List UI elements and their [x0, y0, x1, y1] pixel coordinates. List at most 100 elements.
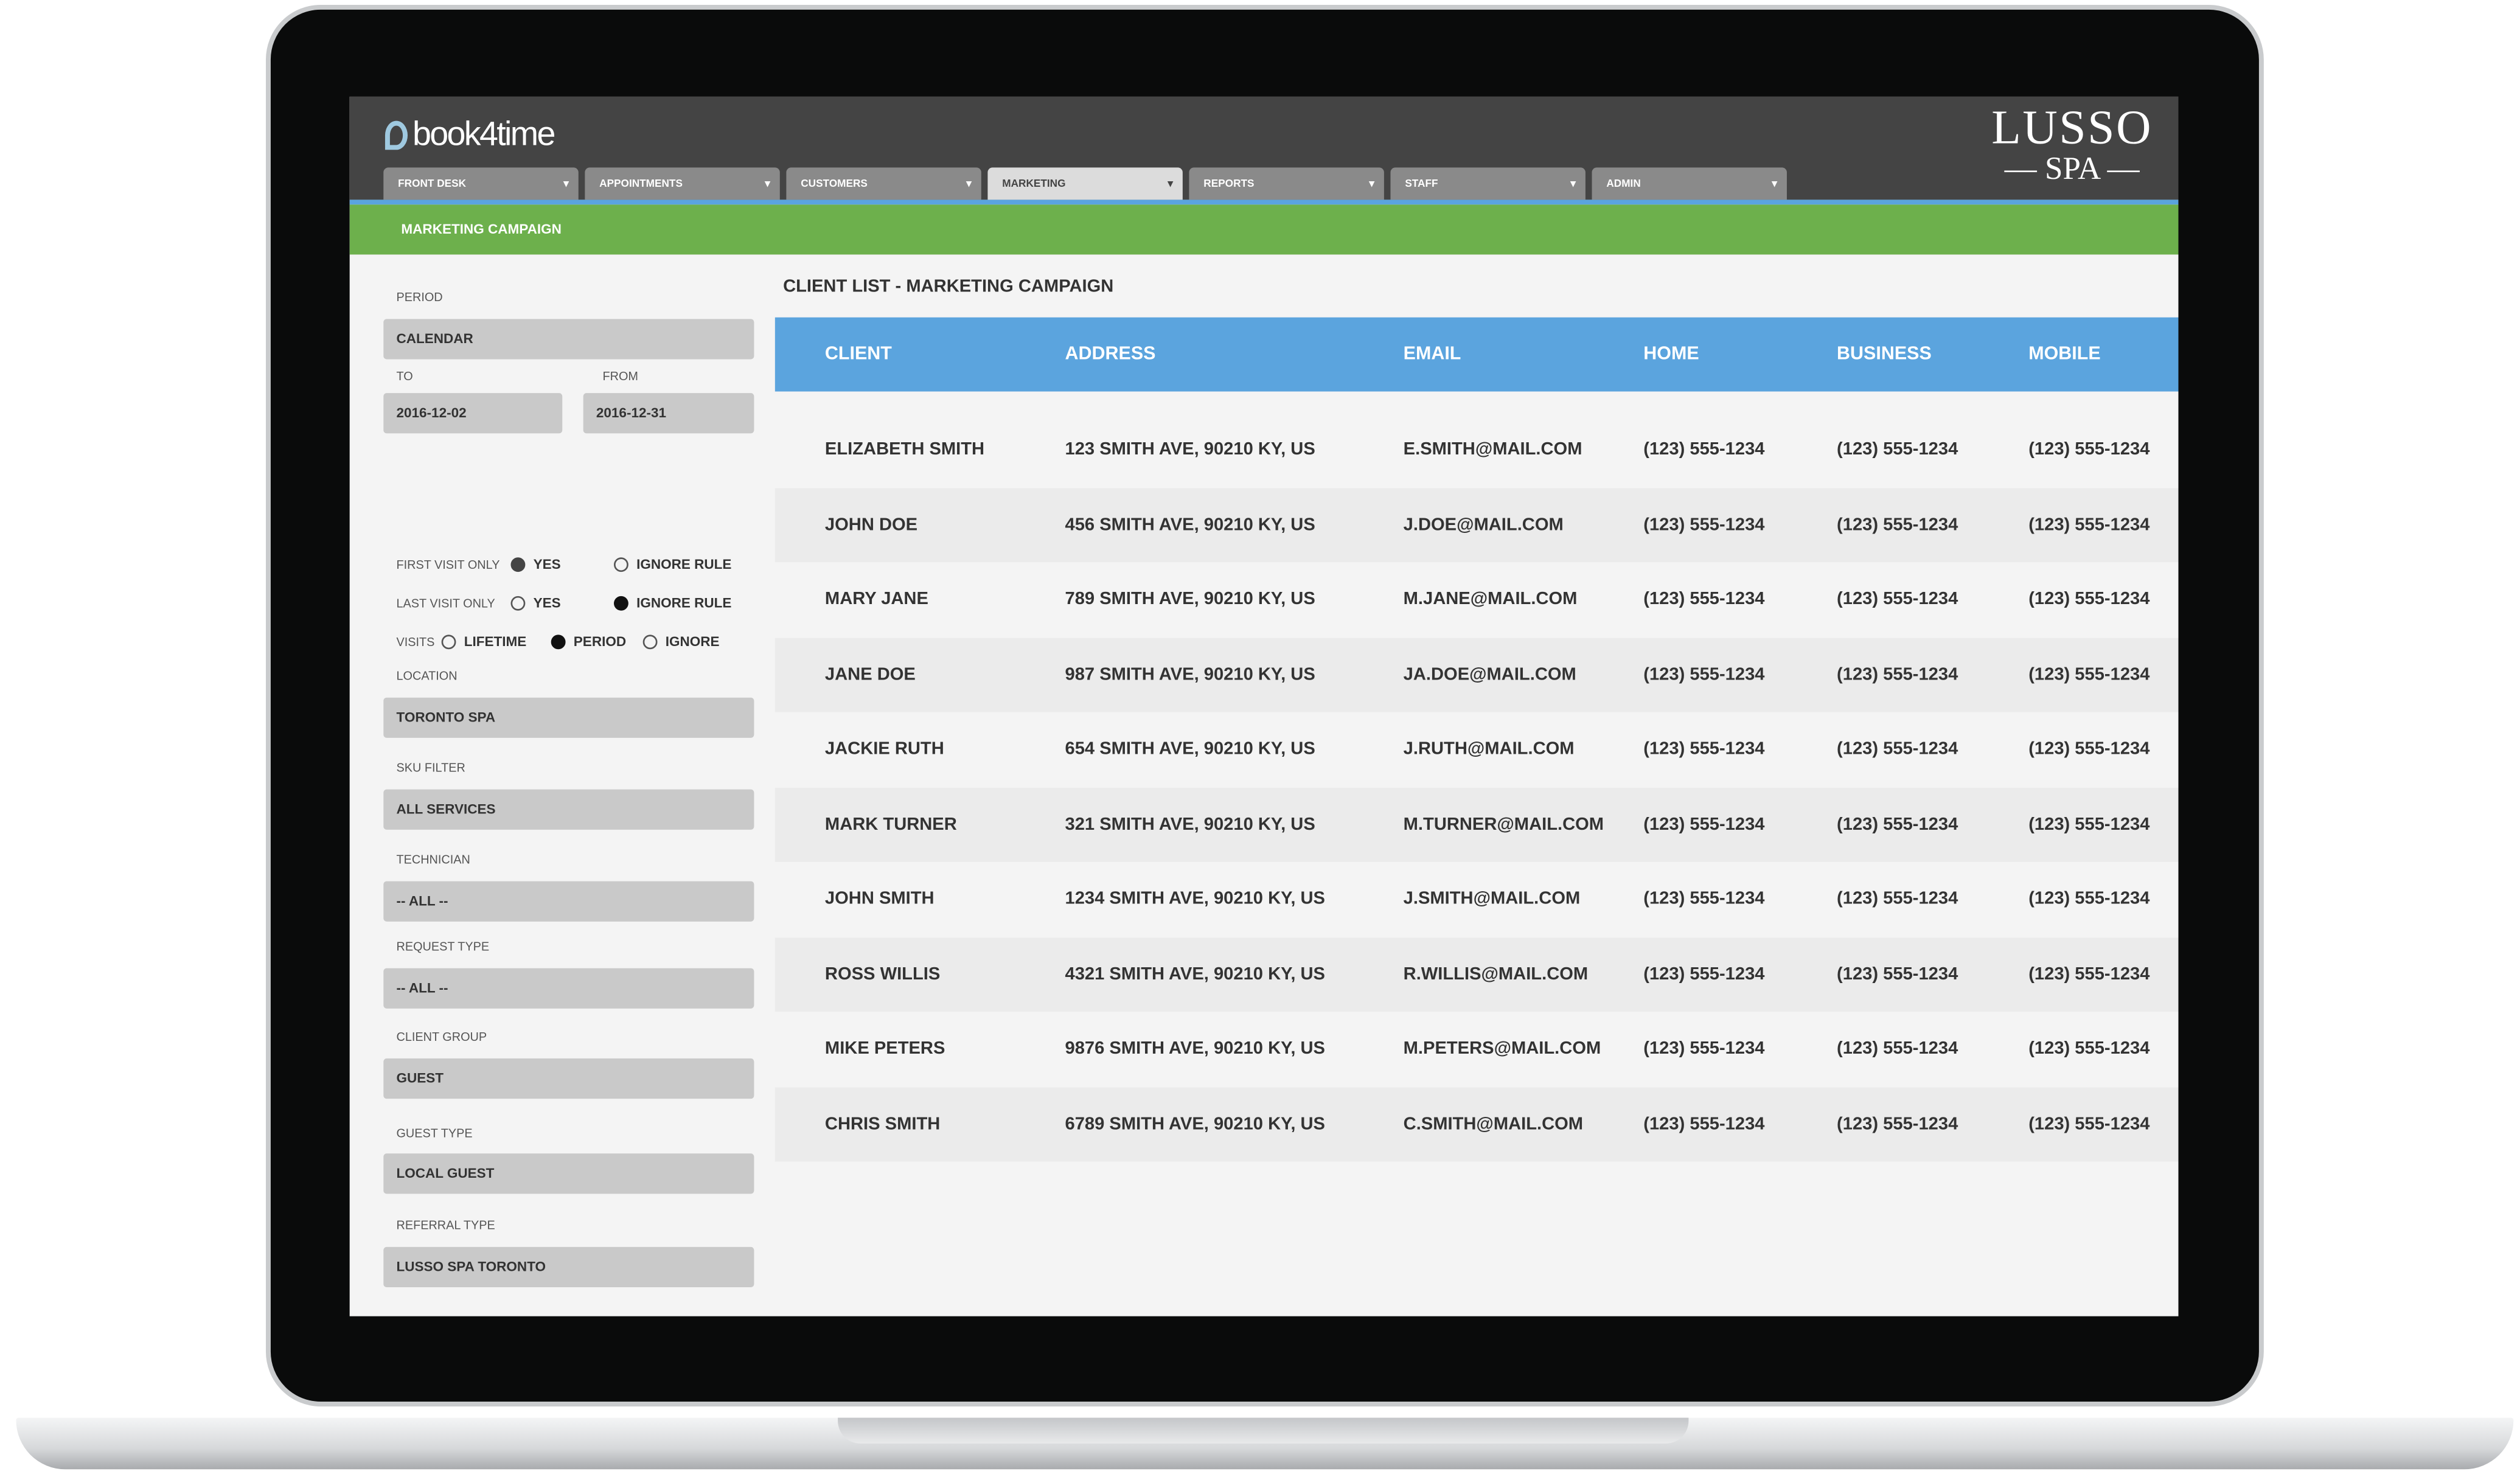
main-nav: FRONT DESK ▾ APPOINTMENTS ▾ CUSTOMERS ▾ MARKET… [383, 167, 1787, 200]
visits-period-label: PERIOD [573, 633, 627, 650]
chevron-down-icon: ▾ [1570, 178, 1576, 190]
first-visit-row: FIRST VISIT ONLY YES IGNORE RULE [396, 556, 731, 572]
first-visit-ignore-radio[interactable] [614, 556, 628, 571]
referral-type-select[interactable]: LUSSO SPA TORONTO [383, 1246, 754, 1287]
nav-tab-customers[interactable]: CUSTOMERS ▾ [786, 167, 981, 200]
nav-tab-label: REPORTS [1203, 178, 1255, 190]
nav-tab-admin[interactable]: ADMIN ▾ [1592, 167, 1787, 200]
cell-business: (123) 555-1234 [1837, 740, 1958, 760]
column-header-client[interactable]: CLIENT [825, 318, 892, 392]
cell-address: 456 SMITH AVE, 90210 KY, US [1065, 515, 1315, 535]
table-row[interactable]: CHRIS SMITH 6789 SMITH AVE, 90210 KY, US C… [774, 1086, 2179, 1162]
request-type-select[interactable]: -- ALL -- [383, 968, 754, 1009]
column-header-address[interactable]: ADDRESS [1065, 318, 1156, 392]
cell-client: MARK TURNER [824, 815, 957, 835]
chevron-down-icon: ▾ [765, 178, 770, 190]
nav-tab-reports[interactable]: REPORTS ▾ [1189, 167, 1384, 200]
cell-business: (123) 555-1234 [1837, 964, 1958, 984]
sku-label: SKU FILTER [396, 760, 465, 775]
column-header-mobile[interactable]: MOBILE [2028, 318, 2100, 392]
cell-mobile: (123) 555-1234 [2028, 1039, 2150, 1059]
cell-email: M.PETERS@MAIL.COM [1403, 1039, 1601, 1059]
cell-business: (123) 555-1234 [1837, 515, 1958, 535]
guest-type-select[interactable]: LOCAL GUEST [383, 1153, 754, 1194]
column-header-business[interactable]: BUSINESS [1837, 318, 1932, 392]
client-group-label: CLIENT GROUP [396, 1029, 487, 1045]
table-row[interactable]: MARY JANE 789 SMITH AVE, 90210 KY, US M.JA… [775, 562, 2179, 637]
table-row[interactable]: JOHN SMITH 1234 SMITH AVE, 90210 KY, US J.… [775, 862, 2179, 937]
last-visit-ignore-radio[interactable] [614, 595, 628, 610]
table-row[interactable]: ROSS WILLIS 4321 SMITH AVE, 90210 KY, US R… [774, 936, 2179, 1012]
cell-mobile: (123) 555-1234 [2028, 440, 2150, 460]
lusso-spa-logo: LUSSO — SPA — [1991, 104, 2153, 187]
first-visit-yes-label: YES [533, 555, 561, 572]
period-select[interactable]: CALENDAR [383, 319, 754, 360]
app-screen: book4time LUSSO — SPA — FRONT DESK ▾ APPOI… [349, 96, 2179, 1316]
sku-select[interactable]: ALL SERVICES [383, 789, 754, 830]
chevron-down-icon: ▾ [1168, 178, 1173, 190]
last-visit-yes-radio[interactable] [510, 595, 526, 610]
column-header-email[interactable]: EMAIL [1404, 318, 1461, 392]
section-bar: MARKETING CAMPAIGN [349, 204, 2179, 255]
period-label: PERIOD [396, 290, 443, 305]
cell-address: 4321 SMITH AVE, 90210 KY, US [1065, 964, 1326, 984]
table-row[interactable]: MIKE PETERS 9876 SMITH AVE, 90210 KY, US M… [775, 1012, 2179, 1086]
visits-lifetime-radio[interactable] [441, 634, 456, 648]
technician-select[interactable]: -- ALL -- [383, 881, 754, 922]
logo-icon [385, 120, 408, 150]
nav-tab-marketing[interactable]: MARKETING ▾ [987, 167, 1183, 200]
cell-mobile: (123) 555-1234 [2028, 589, 2150, 610]
column-header-home[interactable]: HOME [1643, 318, 1699, 392]
nav-tab-front-desk[interactable]: FRONT DESK ▾ [383, 167, 579, 200]
visits-period-radio[interactable] [551, 634, 566, 648]
cell-mobile: (123) 555-1234 [2028, 665, 2150, 684]
cell-address: 789 SMITH AVE, 90210 KY, US [1065, 589, 1315, 610]
cell-address: 1234 SMITH AVE, 90210 KY, US [1065, 889, 1326, 909]
last-visit-label: LAST VISIT ONLY [396, 595, 495, 610]
to-label: TO [396, 369, 413, 384]
client-group-select[interactable]: GUEST [383, 1058, 754, 1099]
book4time-logo[interactable]: book4time [385, 116, 555, 155]
location-select[interactable]: TORONTO SPA [383, 697, 754, 738]
cell-address: 654 SMITH AVE, 90210 KY, US [1065, 740, 1315, 760]
visits-ignore-radio[interactable] [642, 634, 658, 648]
cell-client: JACKIE RUTH [824, 740, 944, 760]
nav-tab-appointments[interactable]: APPOINTMENTS ▾ [585, 167, 780, 200]
last-visit-row: LAST VISIT ONLY YES IGNORE RULE [396, 594, 731, 610]
table-row[interactable]: JANE DOE 987 SMITH AVE, 90210 KY, US JA.DO… [774, 637, 2179, 712]
last-visit-ignore-label: IGNORE RULE [636, 594, 732, 611]
cell-home: (123) 555-1234 [1643, 740, 1765, 760]
last-visit-yes-label: YES [533, 594, 561, 611]
brand-line2: — SPA — [2004, 151, 2140, 187]
first-visit-yes-radio[interactable] [510, 556, 526, 571]
logo-text: book4time [412, 116, 555, 153]
cell-address: 123 SMITH AVE, 90210 KY, US [1065, 440, 1315, 460]
cell-email: JA.DOE@MAIL.COM [1403, 665, 1576, 684]
cell-business: (123) 555-1234 [1837, 815, 1958, 835]
table-row[interactable]: JOHN DOE 456 SMITH AVE, 90210 KY, US J.DOE… [774, 487, 2179, 563]
chevron-down-icon: ▾ [1772, 178, 1778, 190]
from-date-input[interactable]: 2016-12-31 [583, 393, 754, 434]
chevron-down-icon: ▾ [1369, 178, 1374, 190]
cell-home: (123) 555-1234 [1643, 515, 1765, 535]
cell-client: JOHN DOE [824, 515, 918, 535]
cell-business: (123) 555-1234 [1837, 1114, 1958, 1134]
cell-business: (123) 555-1234 [1837, 589, 1958, 610]
cell-address: 321 SMITH AVE, 90210 KY, US [1065, 815, 1315, 835]
nav-tab-staff[interactable]: STAFF ▾ [1390, 167, 1585, 200]
cell-business: (123) 555-1234 [1837, 665, 1958, 684]
cell-home: (123) 555-1234 [1643, 440, 1765, 460]
app-header: book4time LUSSO — SPA — FRONT DESK ▾ APPOI… [349, 96, 2179, 200]
cell-business: (123) 555-1234 [1837, 440, 1958, 460]
cell-client: MARY JANE [824, 589, 928, 610]
laptop-notch [838, 1417, 1689, 1444]
table-title: CLIENT LIST - MARKETING CAMPAIGN [783, 277, 1114, 297]
table-row[interactable]: ELIZABETH SMITH 123 SMITH AVE, 90210 KY, … [775, 412, 2179, 487]
table-row[interactable]: JACKIE RUTH 654 SMITH AVE, 90210 KY, US J.… [775, 712, 2179, 787]
visits-ignore-label: IGNORE [665, 633, 720, 650]
nav-tab-label: APPOINTMENTS [599, 178, 683, 190]
to-date-input[interactable]: 2016-12-02 [383, 393, 563, 434]
table-row[interactable]: MARK TURNER 321 SMITH AVE, 90210 KY, US M.… [774, 787, 2179, 862]
laptop-mockup: book4time LUSSO — SPA — FRONT DESK ▾ APPOI… [0, 0, 2520, 1474]
cell-email: J.DOE@MAIL.COM [1403, 515, 1564, 535]
